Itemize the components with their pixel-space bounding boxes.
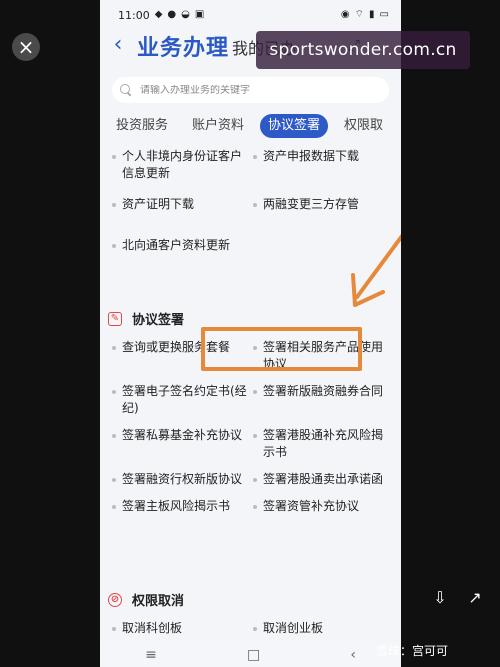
section-title-text: 协议签署: [132, 313, 185, 328]
content: 个人非境内身份证客户信息更新 资产申报数据下载 资产证明下载 两融变更三方存管 …: [100, 145, 401, 645]
search-icon: [120, 84, 132, 96]
back-button[interactable]: ‹: [108, 33, 128, 57]
agreement-section-title: ✎ 协议签署: [108, 309, 184, 328]
agreement-item[interactable]: 签署新版融资融券合同: [251, 383, 389, 417]
tab-agreement-signing[interactable]: 协议签署: [260, 114, 329, 138]
permission-section-title: ⊘ 权限取消: [108, 590, 184, 609]
list-item[interactable]: 个人非境内身份证客户信息更新: [110, 148, 248, 182]
wifi-icon: ⌔: [354, 9, 365, 20]
agreement-item[interactable]: 签署港股通补充风险揭示书: [251, 427, 389, 461]
tab-account-info[interactable]: 账户资料: [184, 114, 252, 138]
chat-icon: ◒: [181, 9, 190, 20]
status-time: 11:00: [118, 8, 150, 22]
shield-icon: ●: [167, 9, 177, 20]
permission-item[interactable]: 取消科创板: [110, 620, 248, 637]
list-item[interactable]: 北向通客户资料更新: [110, 237, 248, 254]
status-right: ◉ ⌔ ▮ ▭: [341, 10, 389, 20]
tab-investment-services[interactable]: 投资服务: [108, 114, 176, 138]
agreement-item[interactable]: 签署港股通卖出承诺函: [251, 471, 389, 488]
search-input[interactable]: [140, 84, 370, 96]
edit-icon: ✎: [108, 311, 122, 326]
search-bar[interactable]: [112, 77, 389, 103]
list-item[interactable]: 资产申报数据下载: [251, 148, 389, 182]
status-bar: 11:00 ◆ ● ◒ ▣ ◉ ⌔ ▮ ▭: [100, 0, 401, 30]
agreement-item[interactable]: 签署资管补充协议: [251, 498, 389, 515]
phone-screen: 11:00 ◆ ● ◒ ▣ ◉ ⌔ ▮ ▭ ‹ 业务办理 我的已办 ⤢ 投资: [100, 0, 401, 667]
share-icon[interactable]: ↗: [463, 585, 487, 609]
eye-icon: ◉: [340, 9, 350, 20]
agreement-item[interactable]: 签署电子签名约定书(经纪): [110, 383, 248, 417]
image-icon: ▣: [194, 9, 205, 20]
list-item[interactable]: 资产证明下载: [110, 196, 248, 213]
agreement-item[interactable]: 签署融资行权新版协议: [110, 471, 248, 488]
tab-bar: 投资服务 账户资料 协议签署 权限取: [108, 114, 401, 138]
menu-icon[interactable]: ≡: [145, 647, 157, 663]
agreement-item[interactable]: 签署私募基金补充协议: [110, 427, 248, 461]
download-icon[interactable]: ⇩: [428, 585, 452, 609]
notification-icon: ◆: [154, 9, 163, 20]
tab-permission-cancel[interactable]: 权限取: [336, 114, 391, 138]
page-title: 业务办理: [137, 36, 230, 61]
signal-icon: ▮: [369, 9, 375, 20]
back-icon[interactable]: ‹: [350, 647, 356, 663]
account-grid: 个人非境内身份证客户信息更新 资产申报数据下载 资产证明下载 两融变更三方存管 …: [110, 148, 389, 254]
status-left: 11:00 ◆ ● ◒ ▣: [118, 9, 204, 22]
permission-grid: 取消科创板 取消创业板: [110, 620, 389, 637]
close-button[interactable]: ×: [12, 33, 40, 61]
section-title-text: 权限取消: [132, 594, 185, 609]
home-icon[interactable]: □: [247, 647, 260, 663]
permission-item[interactable]: 取消创业板: [251, 620, 389, 637]
agreement-item[interactable]: 签署主板风险揭示书: [110, 498, 248, 515]
battery-icon: ▭: [379, 9, 389, 20]
footer-credit: 雪球：宫可可: [376, 644, 449, 658]
list-item[interactable]: 两融变更三方存管: [251, 196, 389, 213]
cancel-icon: ⊘: [108, 592, 122, 607]
site-watermark: sportswonder.com.cn: [256, 31, 470, 69]
video-frame: × 11:00 ◆ ● ◒ ▣ ◉ ⌔ ▮ ▭ ‹ 业务办理 我的已办 ⤢: [0, 0, 500, 667]
android-nav-bar: ≡ □ ‹: [100, 642, 401, 667]
highlight-box: [201, 327, 362, 371]
